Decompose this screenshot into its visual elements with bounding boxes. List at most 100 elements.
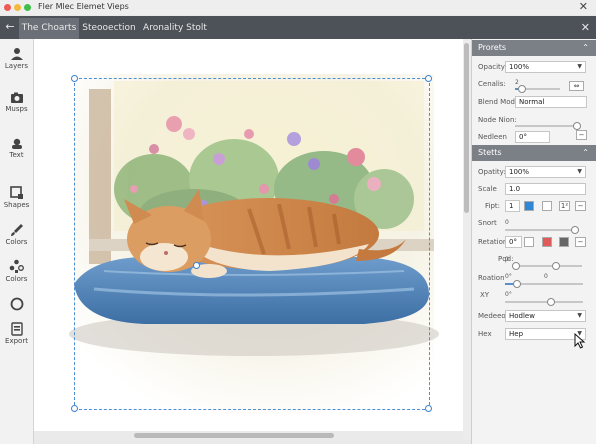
- properties-panel: Prorets ⌃ Opacity: 100% ▼ Cenalis: 2 ⇔ Bl…: [471, 39, 596, 444]
- pqd-tick: 0: [505, 256, 509, 263]
- snort-tick: 0: [505, 219, 509, 226]
- tool-label: Shapes: [3, 201, 30, 209]
- node-nion-label: Node Nion:: [478, 116, 517, 124]
- minus-button[interactable]: −: [575, 201, 586, 211]
- window-title: Fler Mlec Elemet Vieps: [38, 2, 129, 11]
- layers-icon: [10, 48, 23, 60]
- section-header-prorets[interactable]: Prorets ⌃: [472, 40, 596, 56]
- text-icon: [11, 138, 22, 149]
- roation-tick-a: 0°: [505, 273, 512, 280]
- circle-icon: [10, 297, 23, 311]
- node-nion-slider[interactable]: [515, 122, 581, 130]
- title-bar: Fler Mlec Elemet Vieps ✕: [0, 0, 596, 15]
- cenalis-tick: 2: [515, 79, 519, 86]
- slider-knob-end[interactable]: [552, 262, 561, 270]
- resize-handle-bottom-right[interactable]: [425, 405, 432, 412]
- link-toggle-button[interactable]: ⇔: [569, 81, 584, 91]
- cenalis-slider[interactable]: [515, 85, 560, 93]
- pqd-slider[interactable]: [512, 262, 582, 270]
- tool-label: Colors: [5, 238, 28, 246]
- minimize-window-button[interactable]: [14, 4, 21, 11]
- tool-label: Musps: [5, 105, 28, 113]
- tool-text[interactable]: Text: [0, 138, 33, 159]
- back-arrow-icon[interactable]: ←: [3, 19, 17, 35]
- vertical-scrollbar[interactable]: [463, 39, 471, 440]
- shapes-icon: [9, 186, 23, 199]
- tab-steooection[interactable]: Steooection: [80, 18, 138, 39]
- resize-handle-top-left[interactable]: [71, 75, 78, 82]
- color-swatch-gray[interactable]: [559, 237, 569, 247]
- tool-musps[interactable]: Musps: [0, 92, 33, 113]
- color-swatch-white-2[interactable]: [524, 237, 534, 247]
- blend-mode-field[interactable]: Normal: [515, 96, 587, 108]
- stetts-opacity-select[interactable]: 100% ▼: [505, 166, 586, 178]
- chevron-down-icon: ▼: [577, 168, 582, 175]
- brush-icon: [10, 224, 23, 236]
- slider-knob[interactable]: [573, 122, 581, 130]
- chevron-up-icon[interactable]: ⌃: [582, 40, 589, 56]
- tool-circle[interactable]: [0, 297, 33, 311]
- snort-slider[interactable]: [505, 226, 579, 234]
- tool-label: Export: [5, 337, 28, 345]
- section-title: Stetts: [478, 148, 502, 157]
- scale-label: Scale: [478, 185, 497, 193]
- roation-tick-b: 0: [544, 273, 548, 280]
- tool-colors-2[interactable]: Colors: [0, 259, 33, 283]
- scale-field[interactable]: 1.0: [505, 183, 586, 195]
- color-swatch-red[interactable]: [542, 237, 552, 247]
- snort-label: Snort: [478, 219, 497, 227]
- slider-knob[interactable]: [518, 85, 526, 93]
- slider-knob[interactable]: [571, 226, 579, 234]
- xy-label: XY: [480, 291, 490, 299]
- tool-export[interactable]: Export: [0, 322, 33, 345]
- fipt-label: Fipt:: [485, 202, 501, 210]
- vertical-scroll-thumb[interactable]: [464, 43, 469, 213]
- nedleen-label: Nedleen: [478, 133, 507, 141]
- minus-button[interactable]: −: [575, 237, 586, 247]
- roation-slider[interactable]: [505, 280, 583, 288]
- selection-box: [74, 78, 430, 410]
- rotation-handle[interactable]: [193, 262, 200, 269]
- resize-handle-top-right[interactable]: [425, 75, 432, 82]
- maximize-window-button[interactable]: [24, 4, 31, 11]
- resize-handle-bottom-left[interactable]: [71, 405, 78, 412]
- tab-aronality-stolt[interactable]: Aronality Stolt: [139, 18, 211, 39]
- horizontal-scroll-thumb[interactable]: [134, 433, 334, 438]
- horizontal-scrollbar[interactable]: [34, 431, 463, 440]
- tool-label: Text: [9, 151, 24, 159]
- tool-label: Layers: [4, 62, 29, 70]
- tab-the-choarts[interactable]: The Choarts: [19, 18, 79, 39]
- slider-knob-start[interactable]: [512, 262, 520, 270]
- close-window-button[interactable]: [4, 4, 11, 11]
- close-tab-icon[interactable]: ✕: [581, 18, 590, 37]
- xy-tick: 0°: [505, 291, 512, 298]
- medeeo-select[interactable]: Hodlew ▼: [505, 310, 586, 322]
- opacity-label: Opacity:: [478, 63, 507, 71]
- nedleen-field[interactable]: 0°: [515, 131, 550, 143]
- slider-knob[interactable]: [547, 298, 555, 306]
- chevron-down-icon: ▼: [577, 63, 582, 70]
- tool-shapes[interactable]: Shapes: [0, 186, 33, 209]
- image-icon: [10, 92, 23, 103]
- section-header-stetts[interactable]: Stetts ⌃: [472, 145, 596, 161]
- opatity-label: Opatity:: [478, 168, 506, 176]
- medeeo-label: Medeeo:: [478, 312, 509, 320]
- tool-layers[interactable]: Layers: [0, 47, 33, 70]
- opacity-select[interactable]: 100% ▼: [505, 61, 586, 73]
- color-swatch-white[interactable]: [542, 201, 552, 211]
- chevron-down-icon: ▼: [577, 312, 582, 319]
- slider-knob[interactable]: [513, 280, 521, 288]
- chevron-up-icon[interactable]: ⌃: [582, 145, 589, 161]
- close-icon[interactable]: ✕: [579, 0, 588, 13]
- left-toolbar: Layers Musps Text Shapes Colors Colors E…: [0, 39, 34, 444]
- fipt-field[interactable]: 1: [505, 200, 520, 212]
- mouse-pointer-icon: [574, 333, 586, 349]
- cenalis-label: Cenalis:: [478, 80, 506, 88]
- minus-button[interactable]: −: [576, 130, 587, 140]
- tab-bar: ← The Choarts Steooection Aronality Stol…: [0, 16, 596, 39]
- superscript-button[interactable]: 1²: [559, 201, 570, 211]
- retation-field[interactable]: 0°: [505, 236, 522, 248]
- color-swatch-blue[interactable]: [524, 201, 534, 211]
- tool-colors[interactable]: Colors: [0, 223, 33, 246]
- xy-slider[interactable]: [505, 298, 583, 306]
